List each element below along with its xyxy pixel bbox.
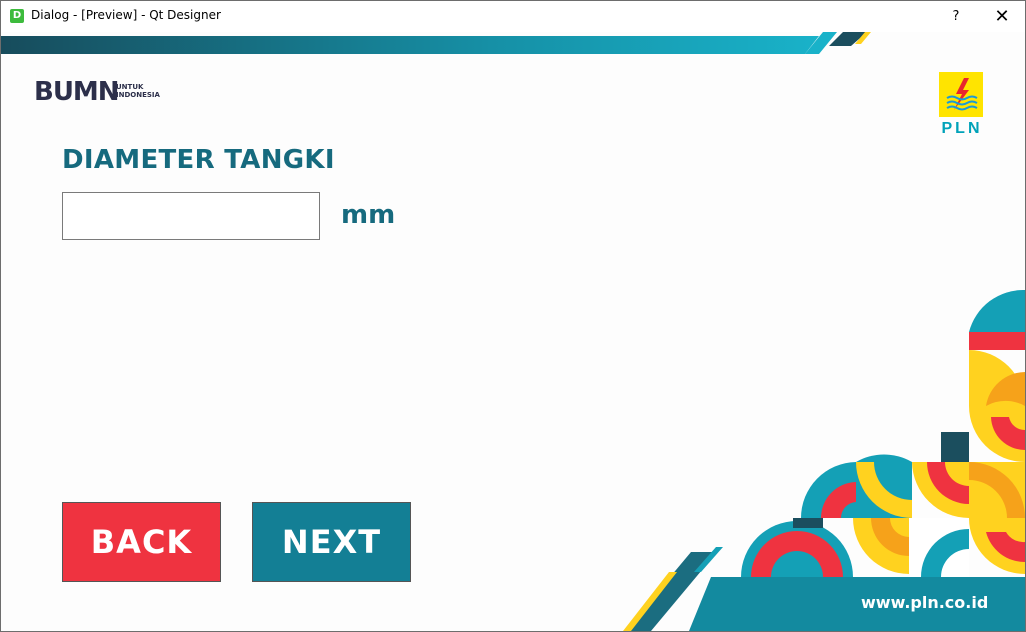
window-title: Dialog - [Preview] - Qt Designer (31, 8, 221, 22)
header-band-decoration (1, 32, 871, 54)
dialog-window: D Dialog - [Preview] - Qt Designer ? ✕ B… (0, 0, 1026, 632)
close-button[interactable]: ✕ (979, 1, 1025, 32)
lightning-icon (946, 78, 978, 111)
bumn-logo: BUMN UNTUK INDONESIA (34, 77, 160, 107)
back-button[interactable]: BACK (62, 502, 221, 582)
unit-label: mm (341, 200, 396, 230)
pln-logo: PLN (937, 72, 987, 142)
help-button[interactable]: ? (933, 1, 979, 32)
qt-designer-app-icon: D (10, 9, 24, 23)
pln-logo-text: PLN (941, 120, 983, 137)
diameter-input[interactable] (62, 192, 320, 240)
title-bar[interactable]: D Dialog - [Preview] - Qt Designer ? ✕ (1, 1, 1025, 32)
bumn-logo-subtext: UNTUK INDONESIA (116, 83, 160, 99)
website-url: www.pln.co.id (861, 593, 989, 612)
bumn-sub-line-1: UNTUK (116, 83, 144, 91)
pln-logo-mark (939, 72, 983, 117)
dialog-content: BUMN UNTUK INDONESIA PLN DIAMETER TANGKI… (1, 32, 1025, 631)
bumn-logo-text: BUMN (34, 77, 120, 107)
diameter-label: DIAMETER TANGKI (62, 145, 335, 175)
bumn-sub-line-2: INDONESIA (116, 91, 160, 99)
next-button[interactable]: NEXT (252, 502, 411, 582)
